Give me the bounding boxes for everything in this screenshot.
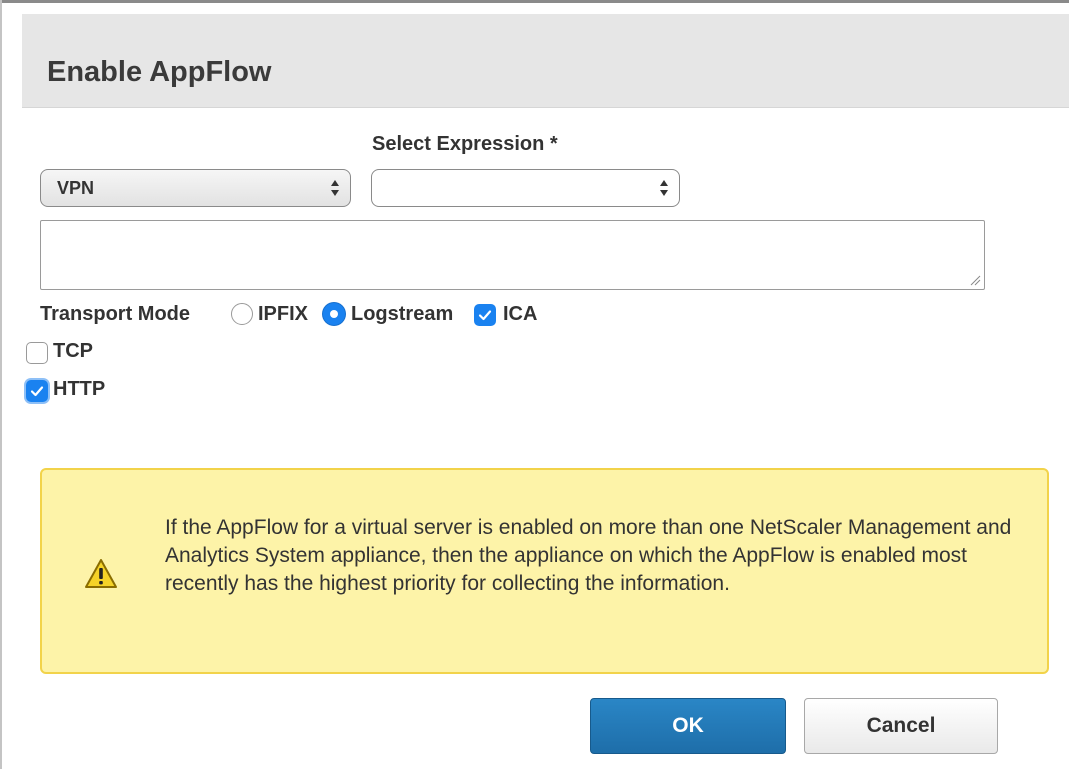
select-expression-label: Select Expression * [372,133,558,155]
resize-grip-icon[interactable] [969,274,981,286]
dialog-title: Enable AppFlow [47,56,272,88]
tcp-checkbox[interactable] [26,342,48,364]
window-left-border [0,0,14,769]
http-checkbox[interactable] [26,380,48,402]
checkmark-icon [30,386,44,397]
select-arrows-icon [331,180,339,196]
ica-checkbox[interactable] [474,304,496,326]
dialog-header: Enable AppFlow [22,14,1069,108]
window-top-border [0,0,1069,14]
select-arrows-icon [660,180,668,196]
ok-button[interactable]: OK [590,698,786,754]
type-select[interactable]: VPN [40,169,351,207]
http-label[interactable]: HTTP [53,378,105,401]
radio-dot-icon [330,310,338,318]
expression-select[interactable] [371,169,680,207]
warning-message: If the AppFlow for a virtual server is e… [165,516,1012,595]
ipfix-radio[interactable] [231,303,253,325]
checkmark-icon [478,310,492,321]
logstream-radio[interactable] [323,303,345,325]
logstream-label[interactable]: Logstream [351,303,453,326]
type-select-value: VPN [57,178,95,198]
expression-textarea[interactable] [40,220,985,290]
transport-mode-label: Transport Mode [40,303,191,325]
ica-label[interactable]: ICA [503,303,537,326]
cancel-button[interactable]: Cancel [804,698,998,754]
ipfix-label[interactable]: IPFIX [258,303,308,326]
tcp-label[interactable]: TCP [53,340,93,363]
warning-icon [85,559,117,588]
